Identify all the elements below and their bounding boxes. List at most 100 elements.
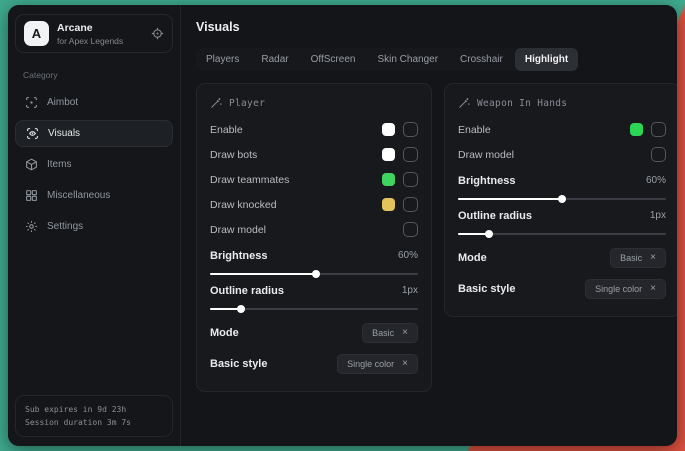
- checkbox[interactable]: [651, 147, 666, 162]
- category-label: Category: [23, 70, 165, 80]
- outline-radius-slider[interactable]: [210, 308, 418, 310]
- tab-offscreen[interactable]: OffScreen: [301, 48, 366, 71]
- tag-row: Mode Basic ×: [210, 317, 418, 348]
- setting-label: Mode: [458, 252, 487, 264]
- slider-label: Outline radius: [210, 285, 284, 297]
- outline-radius-slider[interactable]: [458, 233, 666, 235]
- wand-icon: [210, 97, 222, 109]
- color-swatch[interactable]: [382, 198, 395, 211]
- weapon-in-hands-panel: Weapon In Hands Enable Draw model: [444, 83, 677, 317]
- setting-label: Draw model: [458, 149, 514, 161]
- close-icon[interactable]: ×: [402, 359, 408, 369]
- setting-row: Draw teammates: [210, 167, 418, 192]
- setting-row: Draw knocked: [210, 192, 418, 217]
- setting-label: Basic style: [458, 283, 515, 295]
- sidebar-item-miscellaneous[interactable]: Miscellaneous: [15, 182, 173, 209]
- target-icon[interactable]: [151, 27, 164, 40]
- sidebar-item-settings[interactable]: Settings: [15, 213, 173, 240]
- app-logo: A: [24, 21, 49, 46]
- brightness-slider[interactable]: [210, 273, 418, 275]
- panel-title: Player: [229, 98, 265, 109]
- slider-value: 60%: [646, 175, 666, 186]
- tag-row: Mode Basic ×: [458, 242, 666, 273]
- setting-label: Enable: [458, 124, 491, 136]
- setting-label: Draw teammates: [210, 174, 289, 186]
- tab-skin-changer[interactable]: Skin Changer: [367, 48, 448, 71]
- slider-label: Outline radius: [458, 210, 532, 222]
- eye-scan-icon: [26, 127, 39, 140]
- tag-row: Basic style Single color ×: [458, 273, 666, 304]
- mode-tag[interactable]: Basic ×: [610, 248, 666, 268]
- tab-players[interactable]: Players: [196, 48, 249, 71]
- sub-expiry-text: Sub expires in 9d 23h: [25, 403, 163, 416]
- setting-row: Enable: [458, 117, 666, 142]
- grid-icon: [25, 189, 38, 202]
- tag-row: Basic style Single color ×: [210, 348, 418, 379]
- slider-row: Brightness 60%: [210, 247, 418, 275]
- slider-label: Brightness: [210, 250, 267, 262]
- sidebar-item-label: Settings: [47, 221, 83, 232]
- close-icon[interactable]: ×: [402, 328, 408, 338]
- checkbox[interactable]: [403, 172, 418, 187]
- close-icon[interactable]: ×: [650, 284, 656, 294]
- sidebar-item-label: Aimbot: [47, 97, 78, 108]
- sidebar-item-aimbot[interactable]: Aimbot: [15, 89, 173, 116]
- close-icon[interactable]: ×: [650, 253, 656, 263]
- setting-label: Enable: [210, 124, 243, 136]
- color-swatch[interactable]: [382, 173, 395, 186]
- app-window: A Arcane for Apex Legends Category Aimbo: [8, 5, 677, 446]
- checkbox[interactable]: [403, 197, 418, 212]
- app-subtitle: for Apex Legends: [57, 36, 123, 46]
- color-swatch[interactable]: [382, 148, 395, 161]
- cube-icon: [25, 158, 38, 171]
- app-header-card: A Arcane for Apex Legends: [15, 14, 173, 53]
- slider-row: Outline radius 1px: [210, 282, 418, 310]
- player-panel: Player Enable Draw bots: [196, 83, 432, 392]
- sidebar-item-label: Miscellaneous: [47, 190, 110, 201]
- checkbox[interactable]: [403, 147, 418, 162]
- tab-highlight[interactable]: Highlight: [515, 48, 578, 71]
- main-content: Visuals Players Radar OffScreen Skin Cha…: [181, 5, 677, 446]
- checkbox[interactable]: [403, 222, 418, 237]
- slider-thumb[interactable]: [558, 195, 566, 203]
- gear-icon: [25, 220, 38, 233]
- sidebar-item-visuals[interactable]: Visuals: [15, 120, 173, 147]
- crosshair-icon: [25, 96, 38, 109]
- setting-row: Draw model: [210, 217, 418, 242]
- app-title: Arcane: [57, 22, 123, 34]
- setting-label: Draw knocked: [210, 199, 277, 211]
- basic-style-tag[interactable]: Single color ×: [337, 354, 418, 374]
- setting-label: Basic style: [210, 358, 267, 370]
- checkbox[interactable]: [651, 122, 666, 137]
- mode-tag[interactable]: Basic ×: [362, 323, 418, 343]
- brightness-slider[interactable]: [458, 198, 666, 200]
- setting-label: Draw model: [210, 224, 266, 236]
- tab-crosshair[interactable]: Crosshair: [450, 48, 513, 71]
- basic-style-tag[interactable]: Single color ×: [585, 279, 666, 299]
- slider-thumb[interactable]: [237, 305, 245, 313]
- slider-row: Outline radius 1px: [458, 207, 666, 235]
- slider-thumb[interactable]: [312, 270, 320, 278]
- tab-radar[interactable]: Radar: [251, 48, 298, 71]
- slider-value: 1px: [650, 210, 666, 221]
- subscription-info-card: Sub expires in 9d 23h Session duration 3…: [15, 395, 173, 437]
- checkbox[interactable]: [403, 122, 418, 137]
- setting-row: Enable: [210, 117, 418, 142]
- tab-bar: Players Radar OffScreen Skin Changer Cro…: [196, 48, 578, 71]
- setting-row: Draw model: [458, 142, 666, 167]
- setting-row: Draw bots: [210, 142, 418, 167]
- slider-label: Brightness: [458, 175, 515, 187]
- sidebar-item-items[interactable]: Items: [15, 151, 173, 178]
- color-swatch[interactable]: [382, 123, 395, 136]
- panel-title: Weapon In Hands: [477, 98, 567, 109]
- slider-value: 1px: [402, 285, 418, 296]
- slider-value: 60%: [398, 250, 418, 261]
- setting-label: Mode: [210, 327, 239, 339]
- sidebar-item-label: Visuals: [48, 128, 80, 139]
- color-swatch[interactable]: [630, 123, 643, 136]
- slider-thumb[interactable]: [485, 230, 493, 238]
- setting-label: Draw bots: [210, 149, 257, 161]
- sidebar: A Arcane for Apex Legends Category Aimbo: [8, 5, 181, 446]
- sidebar-item-label: Items: [47, 159, 71, 170]
- page-title: Visuals: [196, 20, 677, 34]
